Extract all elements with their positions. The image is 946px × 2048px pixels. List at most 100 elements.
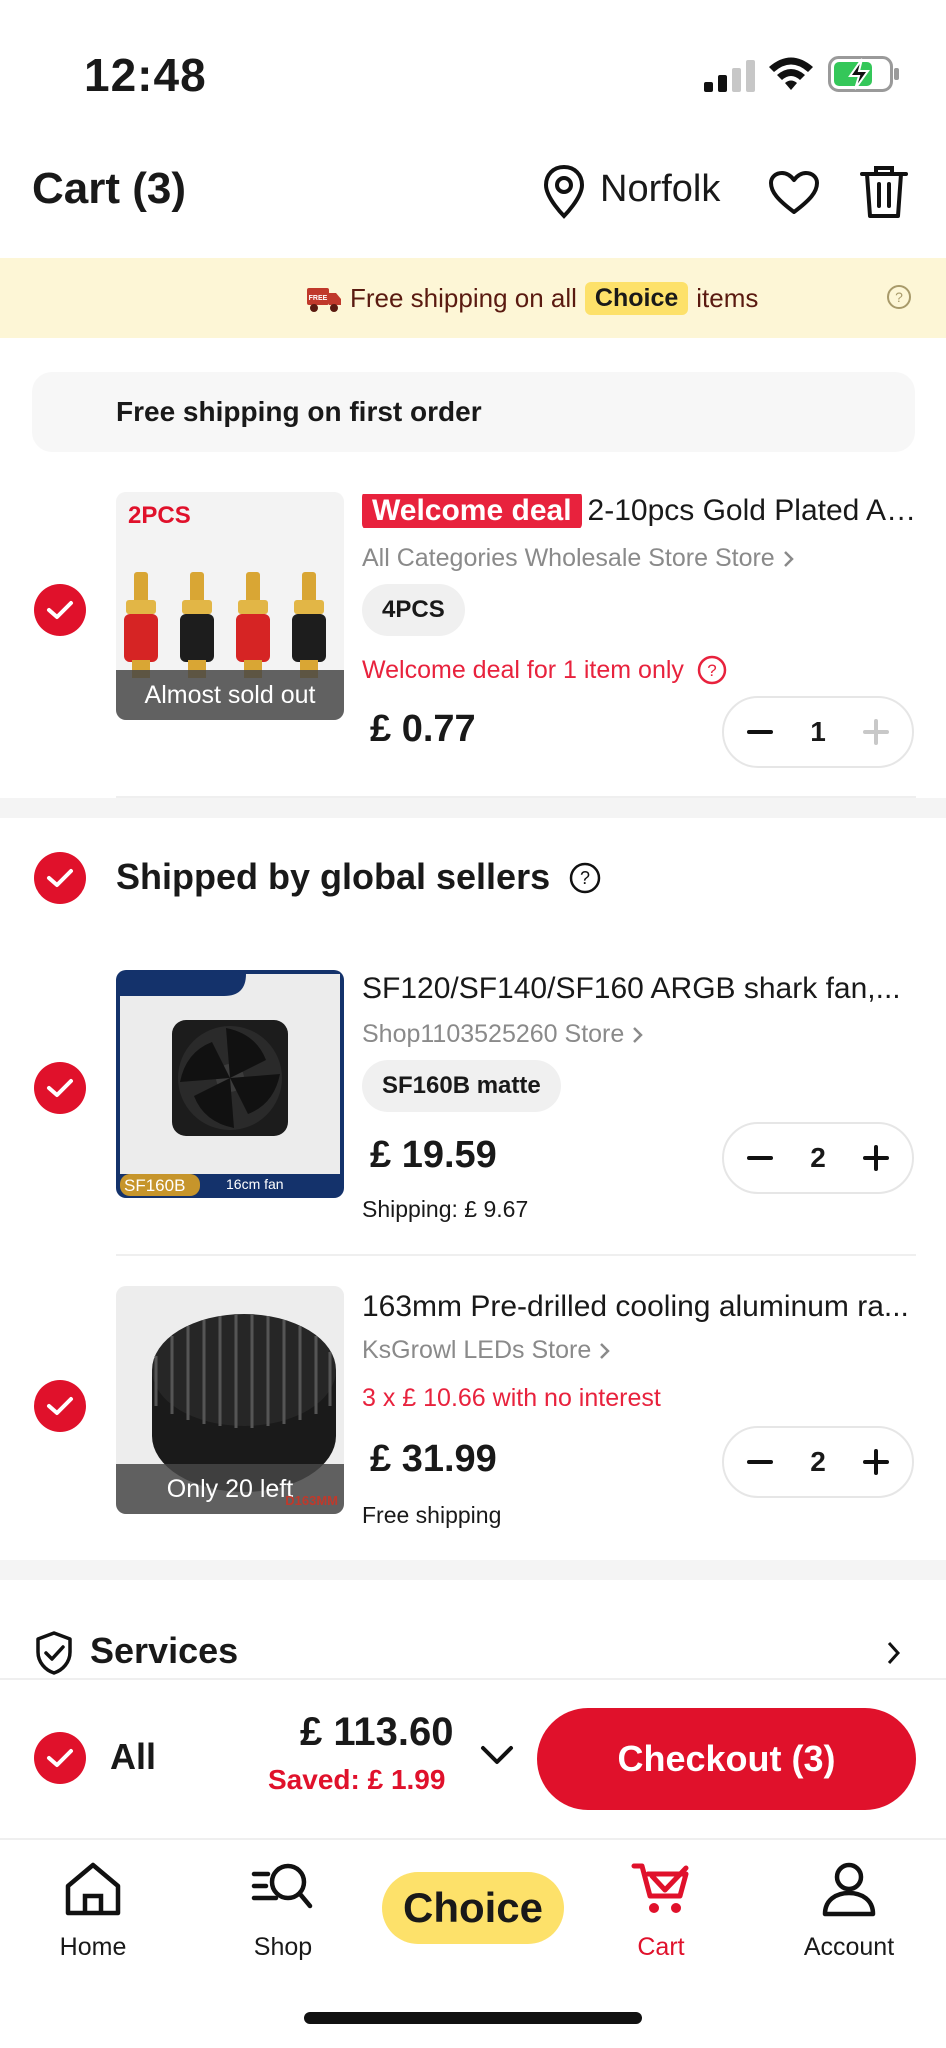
item1-title[interactable]: Welcome deal 2-10pcs Gold Plated Am... bbox=[362, 494, 917, 528]
wifi-icon bbox=[768, 56, 814, 92]
minus-icon bbox=[747, 1460, 773, 1464]
welcome-deal-badge: Welcome deal bbox=[362, 494, 582, 528]
checkmark-icon bbox=[47, 601, 73, 619]
item2-qty[interactable]: 2 bbox=[810, 1142, 826, 1174]
item1-qty[interactable]: 1 bbox=[810, 716, 826, 748]
choice-chip: Choice bbox=[584, 282, 689, 315]
item3-thumb-tag: D163MM bbox=[285, 1493, 338, 1508]
minus-icon bbox=[747, 730, 773, 734]
item3-qty[interactable]: 2 bbox=[810, 1446, 826, 1478]
increment-button[interactable] bbox=[858, 714, 894, 750]
section-help-icon[interactable]: ? bbox=[568, 861, 602, 895]
nav-choice[interactable]: Choice bbox=[382, 1872, 564, 1944]
divider bbox=[116, 1254, 916, 1256]
total-price: £ 113.60 bbox=[300, 1710, 454, 1754]
section-checkbox[interactable] bbox=[34, 852, 86, 904]
item2-shipping: Shipping: £ 9.67 bbox=[362, 1196, 529, 1222]
chevron-down-icon[interactable] bbox=[480, 1744, 514, 1766]
item1-title-text: 2-10pcs Gold Plated Am... bbox=[587, 494, 917, 527]
item1-checkbox[interactable] bbox=[34, 584, 86, 636]
item2-thumb-caption: 16cm fan bbox=[226, 1176, 284, 1192]
section-title: Shipped by global sellers bbox=[116, 856, 551, 897]
nav-shop[interactable]: Shop bbox=[208, 1860, 358, 1962]
banner-prefix: Free shipping on all bbox=[350, 283, 577, 313]
page-title: Cart (3) bbox=[32, 164, 187, 213]
chevron-right-icon[interactable] bbox=[886, 1640, 902, 1666]
nav-cart-label: Cart bbox=[637, 1933, 685, 1961]
item2-checkbox[interactable] bbox=[34, 1062, 86, 1114]
heart-icon[interactable] bbox=[768, 170, 820, 216]
checkmark-icon bbox=[47, 1749, 73, 1767]
account-icon bbox=[820, 1860, 878, 1918]
checkout-button[interactable]: Checkout (3) bbox=[537, 1708, 916, 1810]
svg-text:?: ? bbox=[895, 289, 903, 305]
section-divider bbox=[0, 798, 946, 818]
item3-thumbnail[interactable]: D163MM Only 20 left bbox=[116, 1286, 344, 1514]
item3-checkbox[interactable] bbox=[34, 1380, 86, 1432]
item3-installment: 3 x £ 10.66 with no interest bbox=[362, 1384, 661, 1412]
svg-text:?: ? bbox=[580, 868, 590, 888]
nav-cart[interactable]: Cart bbox=[586, 1860, 736, 1962]
fan-image bbox=[120, 974, 340, 1196]
item2-title[interactable]: SF120/SF140/SF160 ARGB shark fan,... bbox=[362, 972, 917, 1006]
item1-price: £ 0.77 bbox=[370, 708, 476, 750]
item1-store-link[interactable]: All Categories Wholesale Store Store bbox=[362, 544, 796, 573]
nav-home[interactable]: Home bbox=[18, 1860, 168, 1962]
checkmark-icon bbox=[47, 1079, 73, 1097]
item2-thumb-tag: SF160B bbox=[124, 1176, 186, 1195]
promo-help-icon[interactable]: ? bbox=[696, 654, 728, 686]
free-truck-icon: FREE bbox=[306, 285, 342, 313]
decrement-button[interactable] bbox=[742, 1140, 778, 1176]
plus-icon bbox=[862, 1145, 889, 1171]
nav-account-label: Account bbox=[803, 1933, 895, 1961]
increment-button[interactable] bbox=[858, 1140, 894, 1176]
select-all-label[interactable]: All bbox=[110, 1736, 156, 1778]
section-divider bbox=[0, 1560, 946, 1580]
item1-promo-text: Welcome deal for 1 item only bbox=[362, 655, 684, 684]
decrement-button[interactable] bbox=[742, 714, 778, 750]
item2-variant-chip[interactable]: SF160B matte bbox=[362, 1060, 561, 1112]
decrement-button[interactable] bbox=[742, 1444, 778, 1480]
item1-store-name: All Categories Wholesale Store Store bbox=[362, 544, 775, 572]
item1-thumbnail[interactable]: 2PCS Almost sold out bbox=[116, 492, 344, 720]
home-indicator[interactable] bbox=[304, 2012, 642, 2024]
nav-account[interactable]: Account bbox=[774, 1860, 924, 1962]
plus-icon bbox=[862, 1449, 889, 1475]
item3-quantity-stepper: 2 bbox=[722, 1426, 914, 1498]
item3-title[interactable]: 163mm Pre-drilled cooling aluminum ra... bbox=[362, 1290, 917, 1324]
saved-amount: Saved: £ 1.99 bbox=[268, 1764, 446, 1795]
banner-suffix: items bbox=[696, 283, 759, 313]
plus-icon bbox=[862, 719, 889, 745]
free-tag-text: FREE bbox=[309, 295, 328, 302]
banner-text: FREE Free shipping on all Choice items bbox=[306, 282, 758, 315]
first-order-text: Free shipping on first order bbox=[116, 396, 482, 427]
increment-button[interactable] bbox=[858, 1444, 894, 1480]
svg-text:?: ? bbox=[707, 661, 716, 680]
item1-variant-chip[interactable]: 4PCS bbox=[362, 584, 465, 636]
location-pin-icon[interactable] bbox=[542, 164, 586, 220]
nav-home-label: Home bbox=[59, 1933, 127, 1961]
item2-store-name: Shop1103525260 Store bbox=[362, 1020, 625, 1048]
status-time: 12:48 bbox=[84, 49, 207, 101]
battery-icon bbox=[828, 56, 900, 92]
services-title[interactable]: Services bbox=[90, 1630, 238, 1672]
nav-shop-label: Shop bbox=[253, 1933, 313, 1961]
checkmark-icon bbox=[47, 1397, 73, 1415]
item2-price: £ 19.59 bbox=[370, 1134, 497, 1176]
item2-store-link[interactable]: Shop1103525260 Store bbox=[362, 1020, 645, 1049]
location-label[interactable]: Norfolk bbox=[600, 168, 720, 211]
item2-thumbnail[interactable]: SF160B 16cm fan bbox=[116, 970, 344, 1198]
chevron-right-icon bbox=[782, 549, 796, 569]
item2-quantity-stepper: 2 bbox=[722, 1122, 914, 1194]
shop-search-icon bbox=[250, 1860, 316, 1918]
select-all-checkbox[interactable] bbox=[34, 1732, 86, 1784]
trash-icon[interactable] bbox=[860, 164, 908, 220]
item1-quantity-stepper: 1 bbox=[722, 696, 914, 768]
checkmark-icon bbox=[47, 869, 73, 887]
item1-thumb-tag: 2PCS bbox=[128, 502, 191, 529]
item3-store-link[interactable]: KsGrowl LEDs Store bbox=[362, 1336, 612, 1365]
item1-promo: Welcome deal for 1 item only ? bbox=[362, 654, 728, 686]
help-icon[interactable]: ? bbox=[886, 284, 912, 310]
item3-store-name: KsGrowl LEDs Store bbox=[362, 1336, 592, 1364]
shield-check-icon bbox=[34, 1630, 74, 1676]
